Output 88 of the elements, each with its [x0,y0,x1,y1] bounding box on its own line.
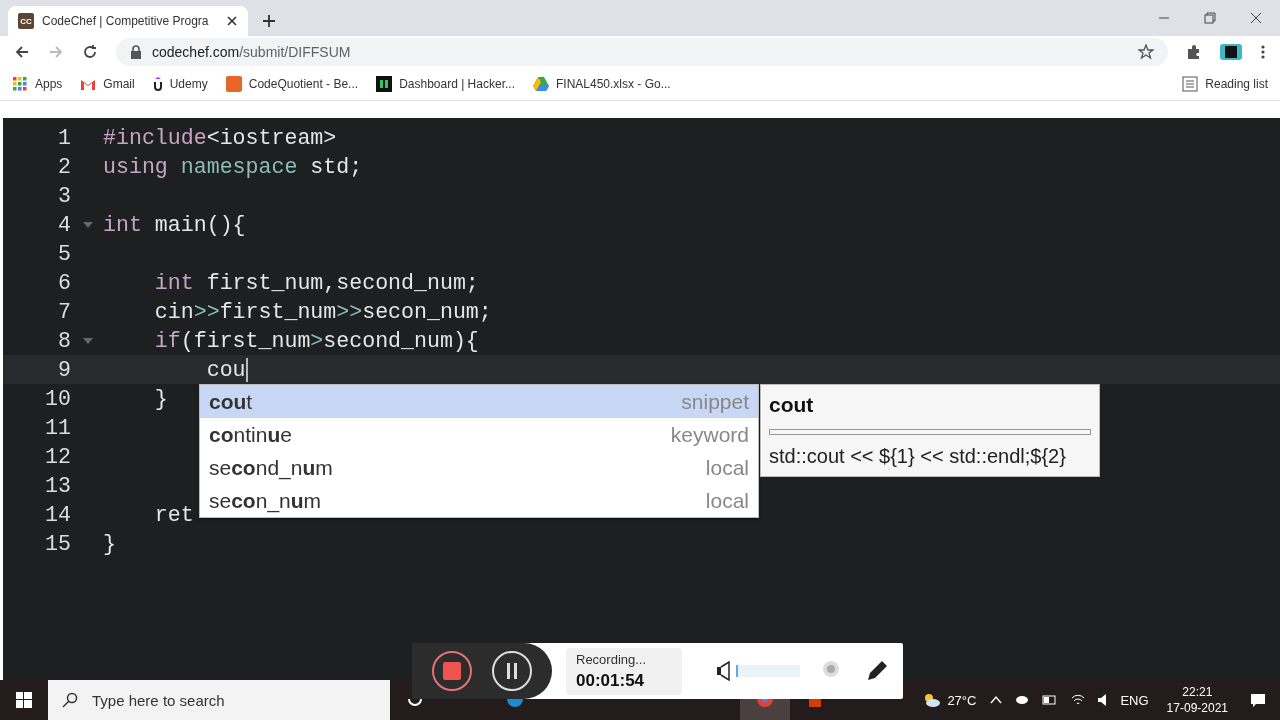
taskbar-search[interactable]: Type here to search [48,680,390,720]
code-line: } [153,386,168,411]
grid-extension-icon [1220,44,1242,60]
tab-title: CodeChef | Competitive Progra [42,14,210,28]
suggestion-item[interactable]: cout snippet [200,385,758,418]
puzzle-icon [1186,44,1202,60]
pause-icon [506,663,518,679]
back-icon [14,44,30,60]
code-line: int main(){ [103,212,246,237]
u-shape-icon [152,76,163,92]
bookmark-link[interactable]: Gmail [80,77,135,91]
code-line: #include<iostream> [103,125,337,150]
stop-icon [443,662,461,680]
code-line: int first_num,second_num; [153,270,479,295]
speaker-icon [716,661,730,681]
bookmark-link[interactable]: Udemy [152,76,208,92]
line-number: 8 [58,328,71,353]
line-number: 4 [58,212,71,237]
notification-icon [1250,692,1266,708]
more-icon [1260,44,1266,60]
close-icon [1250,12,1262,24]
recording-status: Recording... [576,651,648,667]
suggestion-item[interactable]: secon_num local [200,484,758,517]
code-line: if(first_num>second_num){ [153,328,479,353]
fold-arrow-icon[interactable] [83,221,93,228]
line-number: 7 [58,299,71,324]
new-tab-button[interactable] [262,14,276,28]
battery-icon [1042,692,1059,708]
code-line: cin>>first_num>>secon_num; [153,299,492,324]
square-logo-icon [225,76,242,92]
line-number: 5 [58,241,71,266]
line-number: 3 [58,183,71,208]
office-icon [809,699,821,707]
bookmark-link[interactable]: Apps [12,76,63,92]
line-number: 14 [45,502,71,527]
plus-icon [262,14,276,28]
clock[interactable]: 22:21 17-09-2021 [1166,684,1228,716]
suggestion-item[interactable]: second_num local [200,451,758,484]
pause-button[interactable] [492,651,532,691]
line-number: 1 [58,125,71,150]
volume-slider[interactable] [736,665,800,677]
line-number: 13 [45,473,71,498]
bookmark-link[interactable]: CodeQuotient - Be... [225,76,359,92]
code-line: } [103,531,116,556]
temperature: 27°C [947,692,977,708]
speaker-icon [1098,694,1107,706]
code-line: ret [153,502,194,527]
windows-logo-icon [16,692,32,708]
line-number: 12 [45,444,71,469]
reload-icon [82,44,98,60]
suggestion-item[interactable]: continue keyword [200,418,758,451]
reading-list-button[interactable]: Reading list [1182,76,1268,92]
doc-body: std::cout << ${1} << std::endl;${2} [769,445,1067,468]
site-logo: CC [18,13,34,29]
close-icon [226,15,238,27]
recording-timer: 00:01:54 [576,670,646,691]
stop-button[interactable] [432,651,472,691]
speaker-button[interactable] [716,661,730,681]
browser-icon [507,699,523,707]
mail-icon [80,78,97,90]
bookmark-link[interactable]: FINAL450.xlsx - Go... [532,76,671,92]
lock-icon [130,45,142,59]
pencil-icon [865,659,889,683]
dark-square-icon [376,76,393,92]
code-line: using namespace std; [103,154,363,179]
address-bar[interactable]: codechef.com/submit/DIFFSUM [116,38,1168,66]
bookmark-link[interactable]: Dashboard | Hacker... [376,76,515,92]
chrome-icon [757,699,773,707]
code-line: cou [205,357,246,382]
chevron-up-icon [990,695,1003,705]
restore-icon [1204,12,1216,24]
line-number: 15 [45,531,71,556]
line-number: 9 [58,357,71,382]
search-icon [62,692,78,708]
forward-icon [48,44,64,60]
triangle-icon [532,76,549,92]
line-number: 11 [45,415,71,440]
doc-title: cout [769,393,815,417]
list-icon [1182,76,1199,92]
browser-tab[interactable]: CC CodeChef | Competitive Progra [8,6,248,36]
language-indicator[interactable]: ENG [1120,692,1149,708]
line-number: 6 [58,270,71,295]
star-icon [1138,44,1154,60]
line-number: 2 [58,154,71,179]
url-text: codechef.com/submit/DIFFSUM [152,44,351,60]
line-number: 10 [45,386,71,411]
fold-arrow-icon[interactable] [83,337,93,344]
apps-grid-icon [12,76,28,92]
